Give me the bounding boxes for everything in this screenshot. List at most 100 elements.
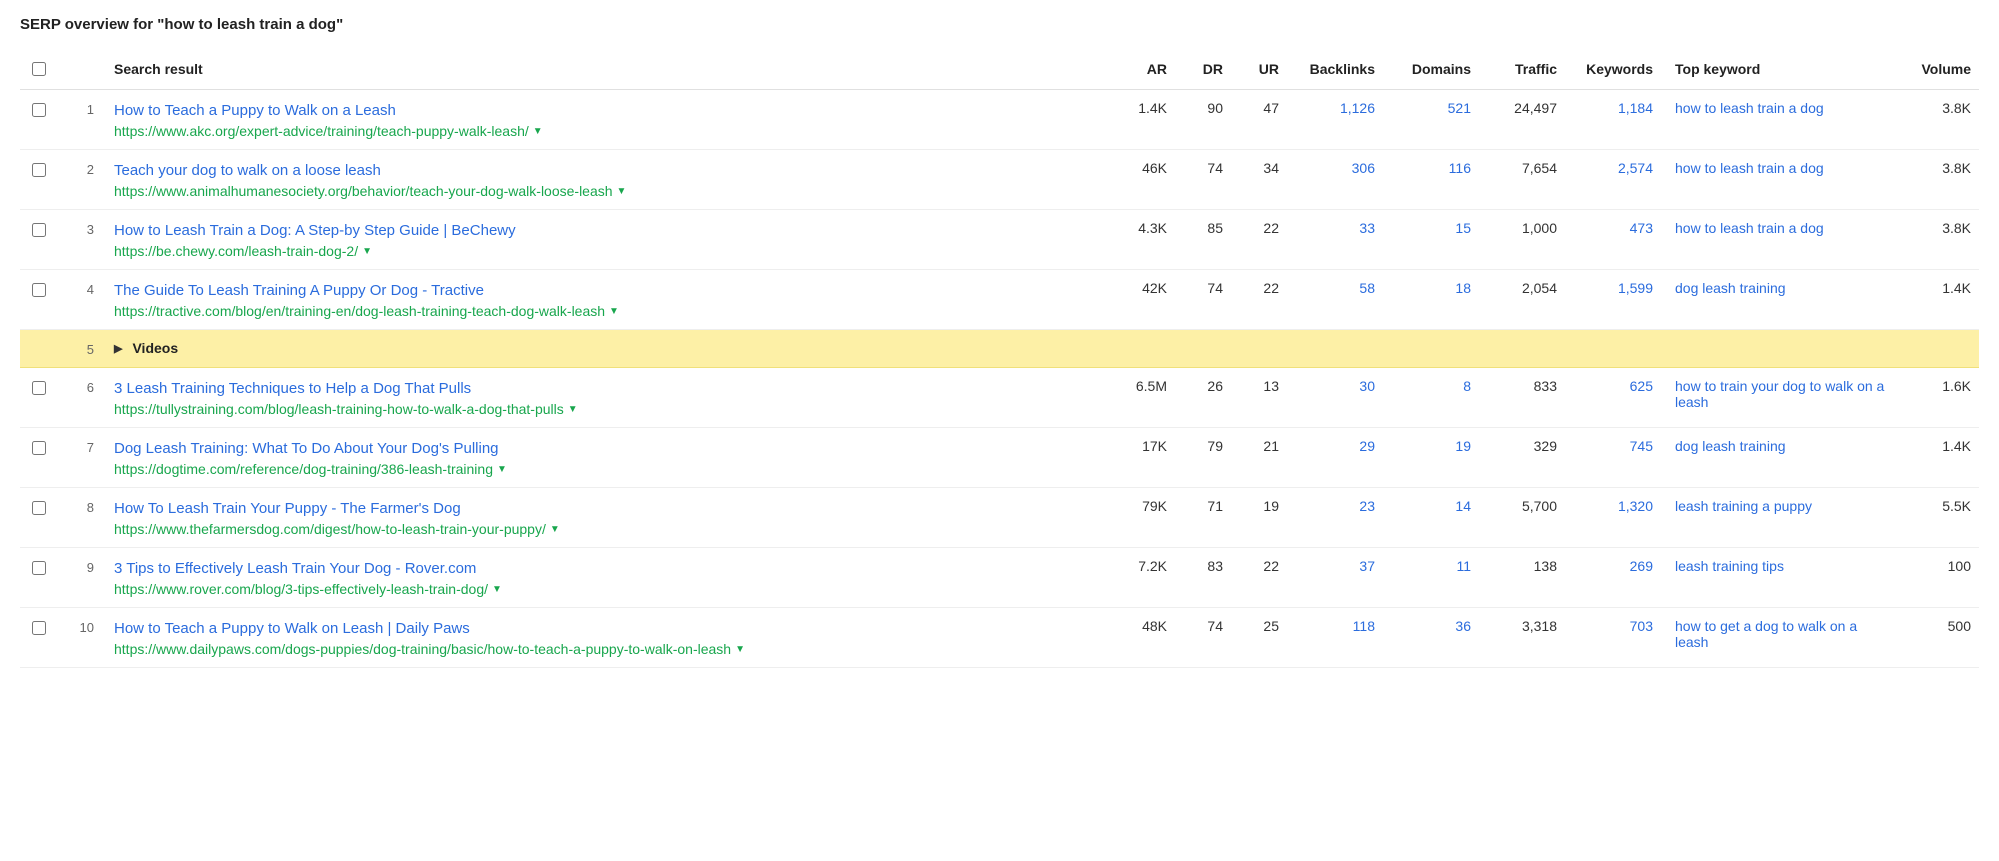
cell-top-keyword[interactable]: how to leash train a dog xyxy=(1661,210,1893,270)
videos-toggle[interactable]: ▶Videos xyxy=(114,340,1971,356)
videos-label: Videos xyxy=(132,340,178,356)
cell-backlinks[interactable]: 58 xyxy=(1287,270,1383,330)
result-title-link[interactable]: The Guide To Leash Training A Puppy Or D… xyxy=(114,280,1091,301)
row-position: 4 xyxy=(60,270,106,330)
cell-ar: 17K xyxy=(1099,428,1175,488)
cell-backlinks[interactable]: 23 xyxy=(1287,488,1383,548)
cell-traffic: 138 xyxy=(1479,548,1565,608)
caret-down-icon[interactable]: ▼ xyxy=(609,306,619,317)
row-position: 6 xyxy=(60,368,106,428)
row-checkbox[interactable] xyxy=(32,441,46,455)
row-position: 7 xyxy=(60,428,106,488)
cell-domains[interactable]: 14 xyxy=(1383,488,1479,548)
result-title-link[interactable]: How to Teach a Puppy to Walk on a Leash xyxy=(114,100,1091,121)
cell-backlinks[interactable]: 37 xyxy=(1287,548,1383,608)
cell-domains[interactable]: 11 xyxy=(1383,548,1479,608)
cell-backlinks[interactable]: 29 xyxy=(1287,428,1383,488)
select-all-checkbox[interactable] xyxy=(32,62,46,76)
cell-backlinks[interactable]: 118 xyxy=(1287,608,1383,668)
result-url-link[interactable]: https://www.animalhumanesociety.org/beha… xyxy=(114,183,613,199)
cell-dr: 85 xyxy=(1175,210,1231,270)
cell-top-keyword[interactable]: how to get a dog to walk on a leash xyxy=(1661,608,1893,668)
cell-domains[interactable]: 36 xyxy=(1383,608,1479,668)
table-row: 93 Tips to Effectively Leash Train Your … xyxy=(20,548,1979,608)
result-title-link[interactable]: How To Leash Train Your Puppy - The Farm… xyxy=(114,498,1091,519)
cell-domains[interactable]: 19 xyxy=(1383,428,1479,488)
cell-ar: 6.5M xyxy=(1099,368,1175,428)
row-checkbox[interactable] xyxy=(32,283,46,297)
result-title-link[interactable]: 3 Leash Training Techniques to Help a Do… xyxy=(114,378,1091,399)
cell-keywords[interactable]: 269 xyxy=(1565,548,1661,608)
caret-down-icon[interactable]: ▼ xyxy=(735,644,745,655)
row-checkbox[interactable] xyxy=(32,621,46,635)
result-url-link[interactable]: https://www.akc.org/expert-advice/traini… xyxy=(114,123,529,139)
cell-ar: 48K xyxy=(1099,608,1175,668)
row-position: 1 xyxy=(60,90,106,150)
cell-traffic: 7,654 xyxy=(1479,150,1565,210)
result-url-link[interactable]: https://tullystraining.com/blog/leash-tr… xyxy=(114,401,564,417)
cell-top-keyword[interactable]: leash training a puppy xyxy=(1661,488,1893,548)
row-checkbox[interactable] xyxy=(32,103,46,117)
cell-volume: 1.4K xyxy=(1893,428,1979,488)
cell-backlinks[interactable]: 33 xyxy=(1287,210,1383,270)
cell-volume: 3.8K xyxy=(1893,150,1979,210)
cell-keywords[interactable]: 1,599 xyxy=(1565,270,1661,330)
cell-traffic: 5,700 xyxy=(1479,488,1565,548)
col-backlinks: Backlinks xyxy=(1287,49,1383,90)
result-url-link[interactable]: https://www.rover.com/blog/3-tips-effect… xyxy=(114,581,488,597)
cell-keywords[interactable]: 703 xyxy=(1565,608,1661,668)
cell-keywords[interactable]: 1,320 xyxy=(1565,488,1661,548)
caret-down-icon[interactable]: ▼ xyxy=(550,524,560,535)
cell-ar: 7.2K xyxy=(1099,548,1175,608)
result-title-link[interactable]: How to Leash Train a Dog: A Step-by Step… xyxy=(114,220,1091,241)
row-checkbox[interactable] xyxy=(32,501,46,515)
cell-keywords[interactable]: 745 xyxy=(1565,428,1661,488)
row-position: 3 xyxy=(60,210,106,270)
cell-domains[interactable]: 8 xyxy=(1383,368,1479,428)
cell-dr: 74 xyxy=(1175,270,1231,330)
cell-backlinks[interactable]: 1,126 xyxy=(1287,90,1383,150)
cell-dr: 74 xyxy=(1175,150,1231,210)
result-url-link[interactable]: https://dogtime.com/reference/dog-traini… xyxy=(114,461,493,477)
cell-keywords[interactable]: 625 xyxy=(1565,368,1661,428)
table-row: 5▶Videos xyxy=(20,330,1979,368)
cell-keywords[interactable]: 473 xyxy=(1565,210,1661,270)
caret-down-icon[interactable]: ▼ xyxy=(533,126,543,137)
result-url-link[interactable]: https://tractive.com/blog/en/training-en… xyxy=(114,303,605,319)
caret-down-icon[interactable]: ▼ xyxy=(492,584,502,595)
col-search-result: Search result xyxy=(106,49,1099,90)
cell-top-keyword[interactable]: how to leash train a dog xyxy=(1661,150,1893,210)
cell-keywords[interactable]: 2,574 xyxy=(1565,150,1661,210)
table-row: 2Teach your dog to walk on a loose leash… xyxy=(20,150,1979,210)
cell-dr: 90 xyxy=(1175,90,1231,150)
caret-down-icon[interactable]: ▼ xyxy=(568,404,578,415)
cell-backlinks[interactable]: 30 xyxy=(1287,368,1383,428)
cell-backlinks[interactable]: 306 xyxy=(1287,150,1383,210)
cell-top-keyword[interactable]: dog leash training xyxy=(1661,270,1893,330)
caret-down-icon[interactable]: ▼ xyxy=(362,246,372,257)
result-title-link[interactable]: How to Teach a Puppy to Walk on Leash | … xyxy=(114,618,1091,639)
cell-domains[interactable]: 18 xyxy=(1383,270,1479,330)
cell-top-keyword[interactable]: how to train your dog to walk on a leash xyxy=(1661,368,1893,428)
cell-keywords[interactable]: 1,184 xyxy=(1565,90,1661,150)
row-checkbox[interactable] xyxy=(32,381,46,395)
result-title-link[interactable]: Teach your dog to walk on a loose leash xyxy=(114,160,1091,181)
cell-domains[interactable]: 116 xyxy=(1383,150,1479,210)
result-title-link[interactable]: 3 Tips to Effectively Leash Train Your D… xyxy=(114,558,1091,579)
cell-domains[interactable]: 15 xyxy=(1383,210,1479,270)
caret-down-icon[interactable]: ▼ xyxy=(617,186,627,197)
cell-volume: 100 xyxy=(1893,548,1979,608)
cell-top-keyword[interactable]: leash training tips xyxy=(1661,548,1893,608)
cell-top-keyword[interactable]: how to leash train a dog xyxy=(1661,90,1893,150)
row-checkbox[interactable] xyxy=(32,223,46,237)
caret-down-icon[interactable]: ▼ xyxy=(497,464,507,475)
cell-domains[interactable]: 521 xyxy=(1383,90,1479,150)
result-url-link[interactable]: https://www.dailypaws.com/dogs-puppies/d… xyxy=(114,641,731,657)
result-url-link[interactable]: https://www.thefarmersdog.com/digest/how… xyxy=(114,521,546,537)
cell-top-keyword[interactable]: dog leash training xyxy=(1661,428,1893,488)
row-checkbox[interactable] xyxy=(32,561,46,575)
result-url-link[interactable]: https://be.chewy.com/leash-train-dog-2/ xyxy=(114,243,358,259)
row-checkbox[interactable] xyxy=(32,163,46,177)
result-title-link[interactable]: Dog Leash Training: What To Do About You… xyxy=(114,438,1091,459)
col-ur: UR xyxy=(1231,49,1287,90)
